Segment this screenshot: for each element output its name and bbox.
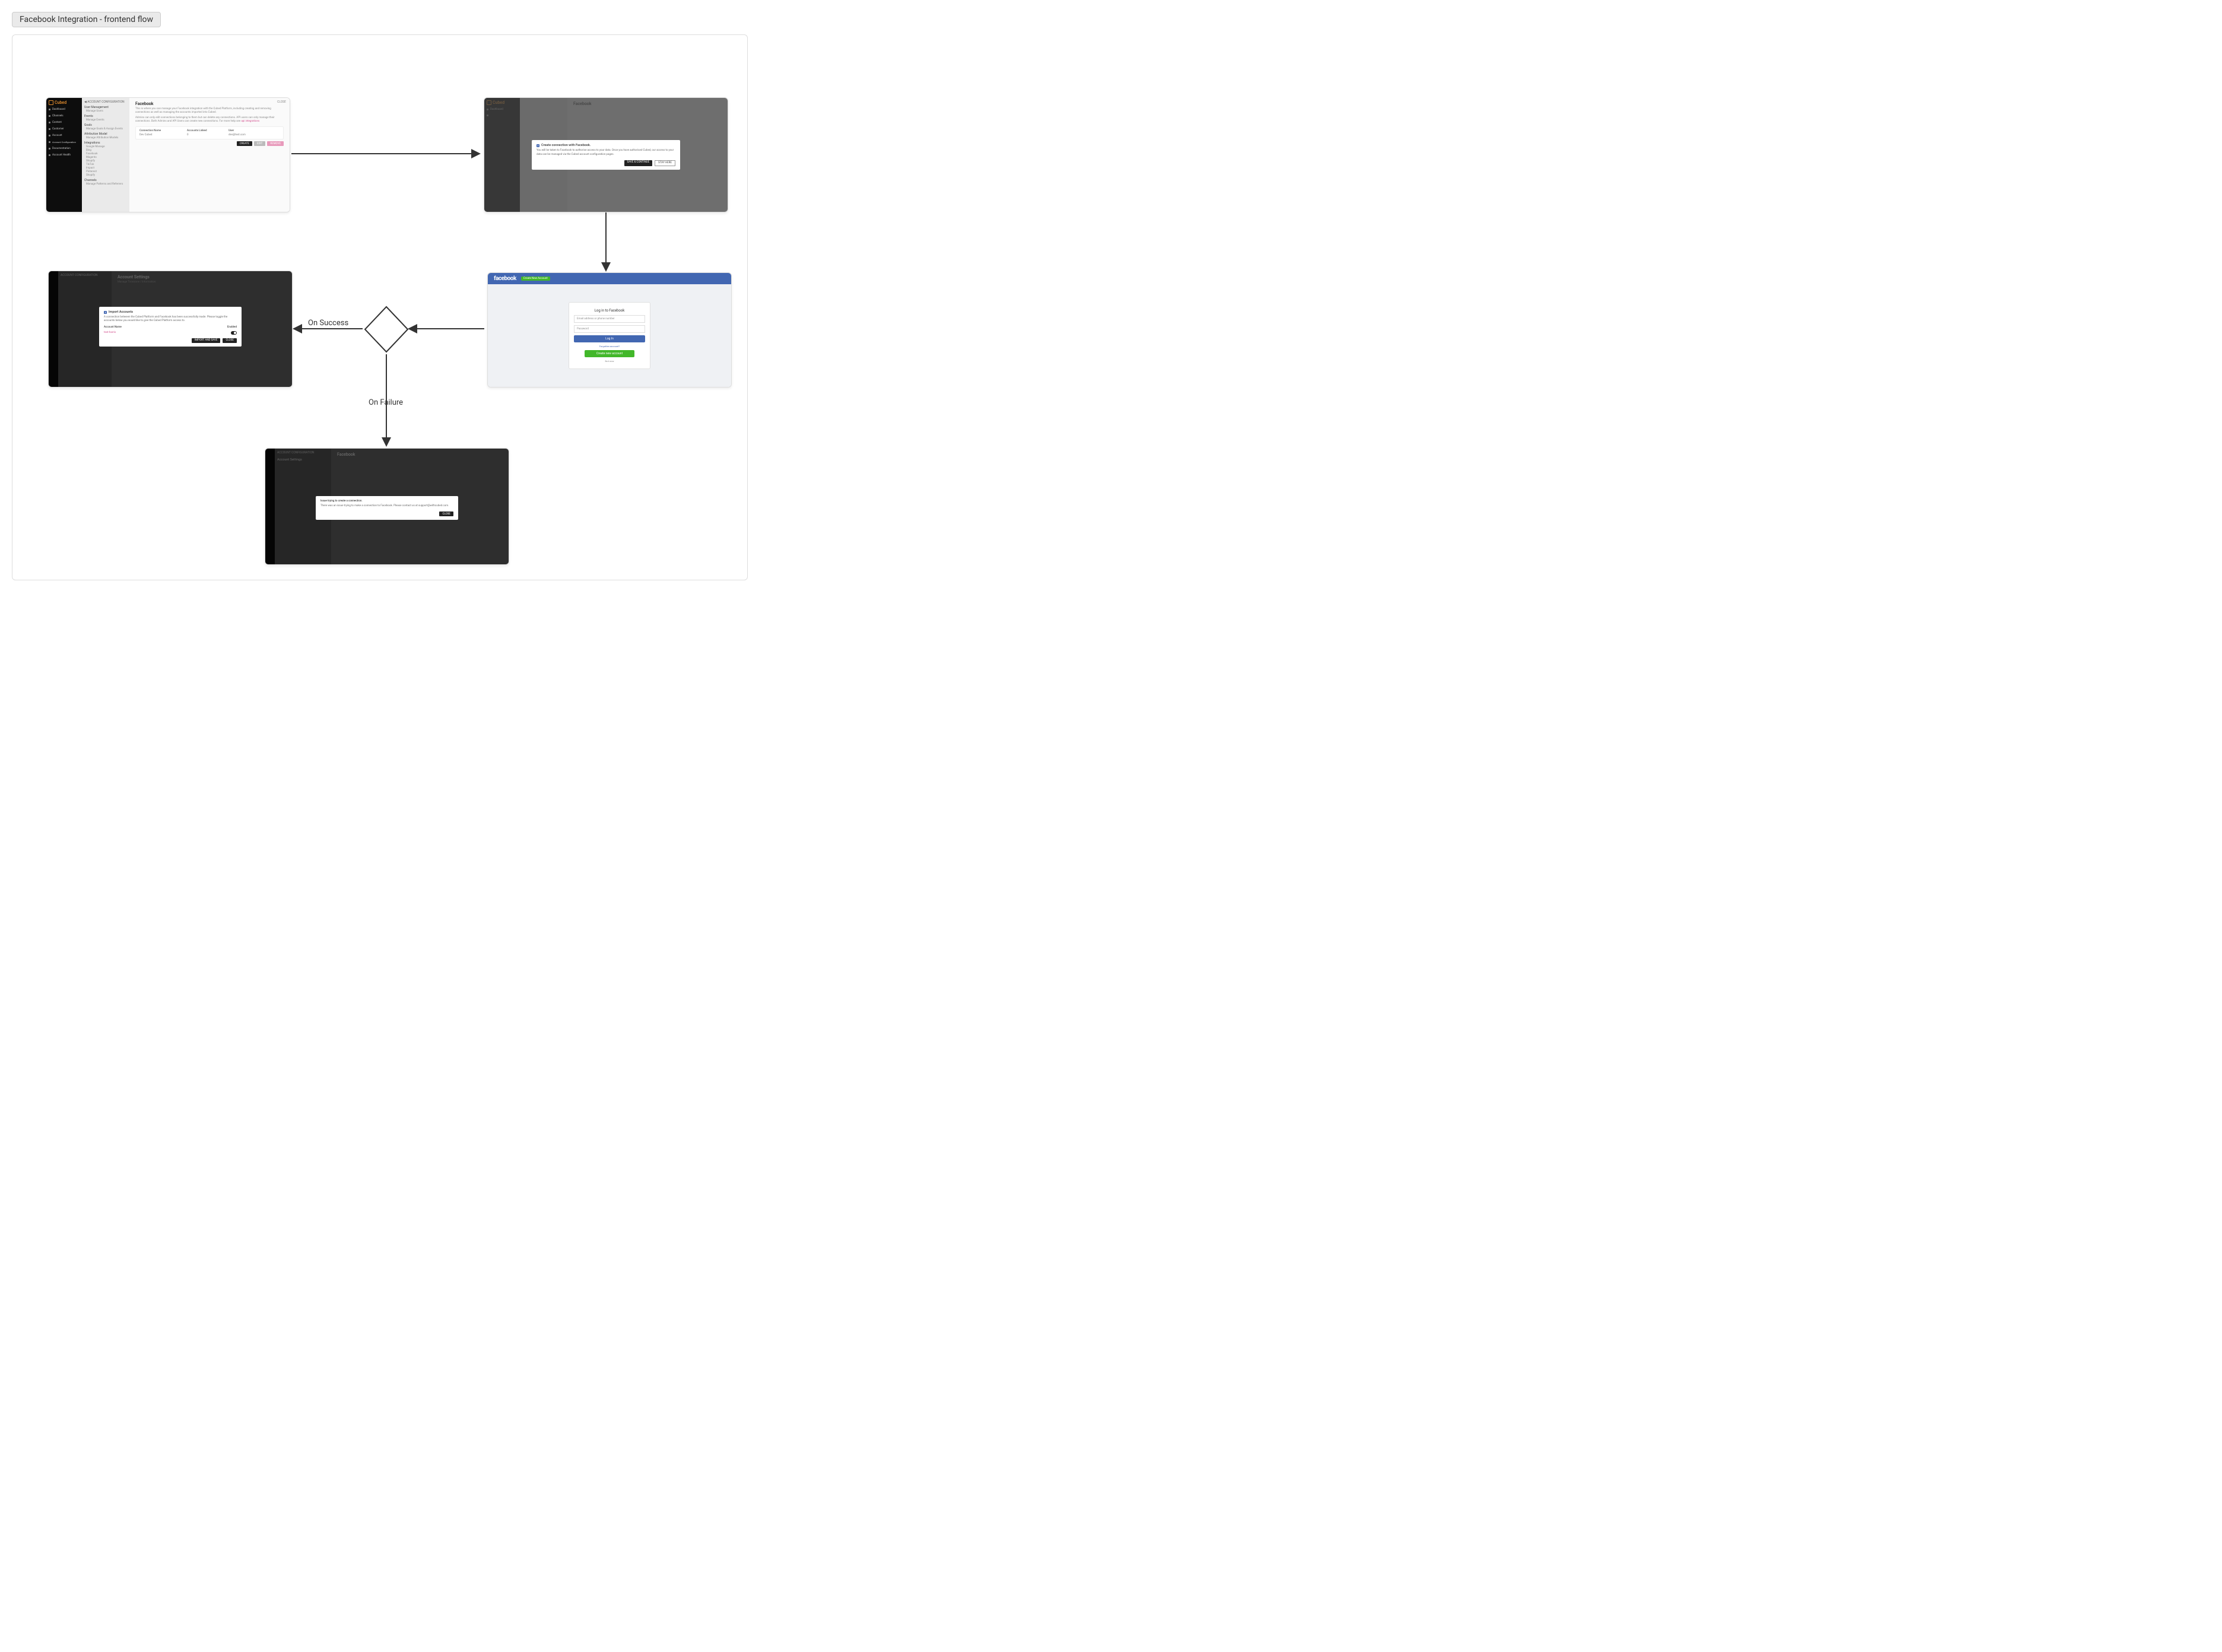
subnav-item[interactable]: TikTok [86,163,127,166]
failure-modal: Issue trying to create a connection. The… [316,496,458,520]
page-desc: This is where you can manage your Facebo… [135,107,284,115]
screenshot-failure: ACCOUNT CONFIGURATION Account Settings F… [265,448,509,565]
modal-title: fImport Accounts [104,310,237,314]
subnav-item[interactable]: Manage Users [86,110,127,113]
subnav: ◀ ACCOUNT CONFIGURATION User Management … [82,98,129,212]
modal-body: You will be taken to Facebook to authori… [537,149,675,157]
table-row[interactable]: Dev Cubed0dev@test.com [139,134,280,136]
label-on-success: On Success [308,319,348,328]
subnav-group: Attribution Model [84,132,127,136]
label-on-failure: On Failure [369,398,403,407]
nav-content[interactable]: Content [49,120,80,125]
subnav-group: Goals [84,123,127,127]
create-account-button[interactable]: Create new account [585,350,634,357]
col-enabled: Enabled [227,326,237,329]
email-input[interactable]: Email address or phone number [574,315,645,323]
main-pane: CLOSE Facebook This is where you can man… [129,98,290,212]
cog-icon [49,135,50,136]
subnav-group: Events [84,115,127,118]
create-account-top-button[interactable]: Create New Account [521,277,550,281]
subnav-item[interactable]: Google Manage [86,145,127,148]
subnav-item[interactable]: Manage Attribution Models [86,136,127,139]
cubed-brand: Cubed [49,100,80,105]
nav-customer[interactable]: Customer [49,127,80,131]
facebook-icon: f [537,144,539,147]
th-connection: Connection Name [139,129,175,132]
th-accounts: Accounts Linked [187,129,217,132]
login-card: Log in to Facebook Email address or phon… [569,302,650,369]
save-continue-button[interactable]: SAVE & CONTINUE [624,160,653,166]
close-button[interactable]: CLOSE [223,338,237,343]
nav-account[interactable]: Account [49,134,80,138]
th-user: User [228,129,234,132]
subnav-item[interactable]: Shopify [86,160,127,163]
facebook-icon: f [104,311,107,314]
failure-body: There was an issue trying to make a conn… [320,504,453,508]
account-row-name[interactable]: test-harris [104,331,116,334]
nav-health[interactable]: Account Health [49,153,80,157]
facebook-logo: facebook [494,275,516,282]
page-title: Facebook [135,101,284,106]
subnav-item[interactable]: Shopify [86,174,127,177]
cubed-logo-icon [49,100,53,105]
subnav-item[interactable]: Bing [86,149,127,152]
page-desc2: Admins can only edit connections belongi… [135,116,284,124]
screenshot-facebook-login: facebook Create New Account Log in to Fa… [487,272,732,387]
subnav-back[interactable]: ◀ ACCOUNT CONFIGURATION [84,100,127,104]
login-title: Log in to Facebook [595,309,625,313]
subnav-item[interactable]: Facebook [86,153,127,155]
enabled-toggle[interactable] [231,331,237,335]
heart-icon [49,154,50,156]
share-icon [49,115,50,117]
file-icon [49,122,50,123]
home-icon [49,109,50,110]
forgot-link[interactable]: Forgotten account? [599,345,620,348]
modal-overlay: fImport Accounts A connection between th… [49,271,292,387]
nav-channels[interactable]: Channels [49,114,80,118]
flow-canvas: On Success On Failure Cubed Dashboard Ch… [12,34,748,580]
facebook-header: facebook Create New Account [488,273,731,284]
nav-docs[interactable]: Documentation [49,147,80,151]
diagram-title: Facebook Integration - frontend flow [12,12,161,27]
subnav-item[interactable]: Manage Patterns and Referrers [86,183,127,186]
subnav-item[interactable]: Manage Goals & Assign Events [86,128,127,131]
col-account-name: Account Name [104,326,122,329]
screenshot-integration-page: Cubed Dashboard Channels Content Custome… [46,97,290,212]
create-connection-modal: fCreate connection with Facebook. You wi… [532,140,680,170]
password-input[interactable]: Password [574,325,645,333]
remove-button[interactable]: REMOVE [267,141,284,146]
subnav-item[interactable]: Impact [86,167,127,170]
nav-dashboard[interactable]: Dashboard [49,107,80,112]
screenshot-create-modal: Cubed Dashboard Facebook fCreate connect… [484,97,728,212]
modal-overlay: Issue trying to create a connection. The… [265,449,509,564]
edit-button[interactable]: EDIT [254,141,265,146]
modal-overlay: fCreate connection with Facebook. You wi… [484,98,728,212]
import-save-button[interactable]: IMPORT AND SAVE [192,338,220,343]
not-now-link[interactable]: Not now [605,360,614,363]
import-accounts-modal: fImport Accounts A connection between th… [99,307,242,347]
failure-title: Issue trying to create a connection. [320,500,453,503]
subnav-item[interactable]: Magento [86,156,127,159]
subnav-group: User Management [84,106,127,109]
stay-here-button[interactable]: STAY HERE [655,160,675,166]
subnav-item[interactable]: Manage Events [86,119,127,122]
api-integrations-link[interactable]: api integrations [241,120,259,123]
close-link[interactable]: CLOSE [277,100,286,104]
wrench-icon [49,141,50,143]
connections-table: Connection Name Accounts Linked User Dev C… [135,126,284,139]
book-icon [49,148,50,150]
user-icon [49,128,50,130]
subnav-group: Channels [84,179,127,182]
nav-account-config[interactable]: Account Configuration [49,140,80,144]
modal-body: A connection between the Cubed Platform … [104,316,237,323]
create-button[interactable]: CREATE [237,141,252,146]
action-buttons: CREATE EDIT REMOVE [135,141,284,146]
subnav-group: Integrations [84,141,127,145]
close-button[interactable]: CLOSE [439,512,453,516]
login-button[interactable]: Log In [574,335,645,342]
screenshot-import-accounts: ACCOUNT CONFIGURATION Account Settings M… [48,271,293,387]
modal-title: fCreate connection with Facebook. [537,144,675,147]
subnav-item[interactable]: Pinterest [86,170,127,173]
sidebar: Cubed Dashboard Channels Content Custome… [46,98,82,212]
